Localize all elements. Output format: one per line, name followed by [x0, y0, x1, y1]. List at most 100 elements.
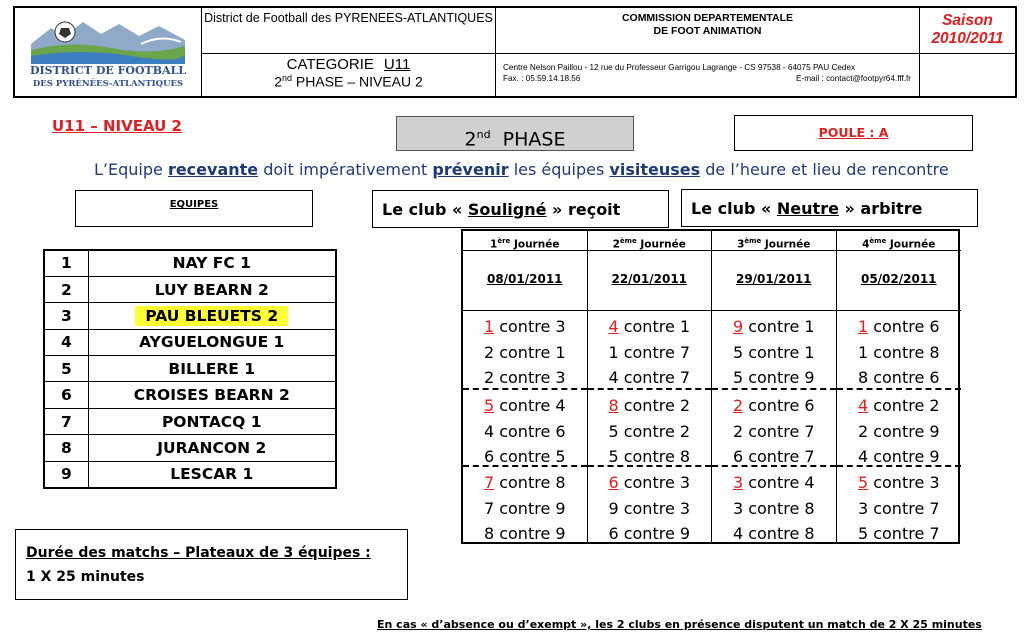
poule-label: POULE : A [818, 125, 889, 140]
duree-line2: 1 X 25 minutes [26, 569, 145, 585]
notice-text: doit impérativement [258, 160, 433, 179]
team-number: 1 [857, 342, 869, 362]
commission-line1: COMMISSION DEPARTEMENTALE [621, 12, 794, 24]
team-number: 1 [43, 249, 89, 277]
journee-date: 05/02/2011 [860, 272, 937, 286]
saison-label: Saison [942, 12, 993, 29]
match-entry: 2 contre 6 [712, 393, 836, 419]
match-opponent: contre 7 [743, 447, 815, 466]
team-number: 3 [43, 302, 89, 330]
team-number: 4 [608, 368, 619, 387]
match-opponent: contre 6 [868, 317, 940, 336]
match-opponent: contre 2 [868, 396, 940, 415]
match-opponent: contre 3 [618, 498, 691, 518]
notice-bold-visiteuses: visiteuses [609, 160, 701, 179]
recoit-box: Le club « Souligné » reçoit [372, 190, 669, 228]
team-name-cell: LESCAR 1 [87, 460, 337, 489]
match-opponent: contre 1 [743, 342, 815, 362]
team-name: BILLERE 1 [168, 359, 256, 378]
notice-text: L’Equipe [94, 160, 168, 179]
commission-line2: DE FOOT ANIMATION [653, 25, 762, 37]
match-opponent: contre 2 [618, 396, 691, 415]
plateau-block: 1 contre 32 contre 1 2 contre 3 [463, 311, 587, 388]
match-opponent: contre 6 [494, 421, 566, 441]
host-team-number: 3 [732, 473, 744, 492]
district-name: District de Football des PYRENEES-ATLANT… [201, 8, 495, 54]
match-opponent: contre 9 [868, 447, 940, 466]
match-opponent: contre 5 [494, 447, 566, 466]
arbitre-box: Le club « Neutre » arbitre [681, 189, 978, 227]
notice-text: les équipes [508, 160, 610, 179]
journee-label: Journée [761, 238, 811, 251]
match-entry: 5 contre 4 [463, 393, 587, 419]
match-entry: 1 contre 3 [463, 314, 587, 340]
journee-sup: ème [619, 237, 637, 245]
team-number: 2 [483, 342, 495, 362]
match-entry: 5 contre 2 [588, 419, 712, 445]
plateau-block: 4 contre 11 contre 74 contre 7 [588, 311, 712, 388]
footer-note: En cas « d’absence ou d’exempt », les 2 … [377, 618, 982, 631]
host-team-number: 9 [732, 317, 744, 336]
team-row: 8 JURANCON 2 [43, 434, 337, 462]
journee-date: 08/01/2011 [486, 272, 563, 286]
match-entry: 4 contre 1 [588, 314, 712, 340]
team-row: 6 CROISES BEARN 2 [43, 381, 337, 409]
match-opponent: contre 4 [494, 396, 566, 415]
journee-header: 3ème Journée [712, 231, 836, 251]
match-opponent: contre 7 [868, 498, 940, 518]
match-opponent: contre 9 [494, 498, 566, 518]
match-opponent: contre 3 [494, 368, 566, 387]
arbitre-club: Neutre [776, 199, 839, 218]
team-number: 6 [483, 447, 495, 466]
match-opponent: contre 9 [618, 524, 691, 543]
match-opponent: contre 9 [868, 421, 940, 441]
team-number: 3 [732, 498, 744, 518]
team-row: 9 LESCAR 1 [43, 460, 337, 489]
journee-column: 3ème Journée 29/01/2011 9 contre 15 contre… [712, 231, 837, 543]
match-entry: 2 contre 7 [712, 419, 836, 445]
poule-box: POULE : A [734, 115, 973, 151]
duree-line1: Durée des matchs – Plateaux de 3 équipes… [26, 545, 371, 561]
team-name: PONTACQ 1 [161, 412, 262, 431]
phase-rest: PHASE – NIVEAU 2 [292, 73, 423, 90]
match-entry: 2 contre 9 [837, 419, 962, 445]
team-number: 4 [857, 447, 869, 466]
team-name: NAY FC 1 [172, 254, 251, 273]
contact-line: Fax. : 05.59.14.18.56 E-mail : contact@f… [503, 73, 911, 84]
match-entry: 1 contre 7 [588, 340, 712, 366]
match-entry: 3 contre 7 [837, 496, 962, 522]
journee-label: Journée [886, 238, 936, 251]
schedule-table: 1ère Journée 08/01/2011 1 contre 32 contre… [461, 229, 962, 544]
arbitre-pre: Le club « [691, 199, 777, 218]
journee-date-cell: 22/01/2011 [587, 251, 711, 311]
categorie-cell: CATEGORIE U11 2nd PHASE – NIVEAU 2 [201, 54, 495, 96]
team-name-highlighted: PAU BLEUETS 2 [135, 305, 289, 326]
team-name-cell: AYGUELONGUE 1 [87, 328, 337, 357]
match-entry: 1 contre 8 [837, 340, 962, 366]
match-entry: 2 contre 3 [463, 365, 587, 391]
match-opponent: contre 1 [494, 342, 566, 362]
team-name: CROISES BEARN 2 [133, 386, 290, 405]
journee-sup: ème [744, 237, 762, 245]
phase-title-box: 2nd PHASE [396, 116, 634, 151]
team-number: 8 [857, 368, 869, 387]
host-team-number: 6 [608, 473, 619, 492]
match-opponent: contre 9 [743, 368, 815, 387]
saison-cell: Saison 2010/2011 [919, 8, 1015, 54]
match-entry: 5 contre 1 [712, 340, 836, 366]
team-number: 5 [857, 524, 869, 543]
host-team-number: 8 [608, 396, 619, 415]
team-number: 5 [608, 421, 619, 441]
match-opponent: contre 9 [494, 524, 566, 543]
match-opponent: contre 3 [618, 473, 691, 492]
match-opponent: contre 3 [868, 473, 940, 492]
team-row: 5 BILLERE 1 [43, 355, 337, 383]
notice-line: L’Equipe recevante doit impérativement p… [94, 160, 949, 179]
team-name: JURANCON 2 [157, 438, 267, 457]
saison-value: 2010/2011 [931, 30, 1004, 47]
team-number: 2 [43, 275, 89, 304]
team-row: 1 NAY FC 1 [43, 249, 337, 277]
match-entry: 5 contre 9 [712, 365, 836, 391]
match-opponent: contre 1 [618, 317, 691, 336]
journee-sup: ème [869, 237, 887, 245]
